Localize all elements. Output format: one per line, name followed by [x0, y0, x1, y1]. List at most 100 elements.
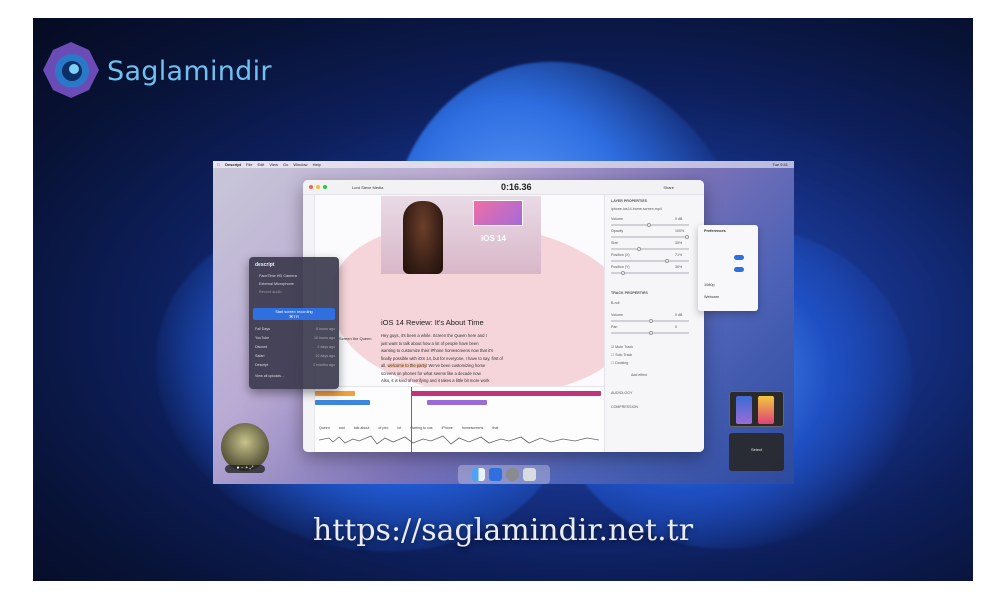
track-volume-slider[interactable]	[611, 318, 689, 323]
recent-name: Fall Days	[255, 327, 270, 331]
logo-icon	[43, 42, 99, 98]
recent-time: 10 days ago	[315, 354, 335, 358]
transcript-line[interactable]: Also, it is kind of terrifying and it ta…	[381, 377, 541, 385]
recent-recording[interactable]: Fall Days 8 hours ago	[255, 327, 335, 331]
playhead[interactable]	[411, 387, 412, 452]
timeline-clip[interactable]	[427, 400, 487, 405]
view-all-uploads-link[interactable]: View all uploads...	[255, 374, 335, 378]
document-title[interactable]: iOS 14 Review: It's About Time	[381, 318, 484, 327]
audiology-section[interactable]: AUDIOLOGY	[611, 391, 632, 395]
compression-section[interactable]: COMPRESSION	[611, 405, 638, 409]
position-y-slider[interactable]	[611, 270, 689, 275]
transcript-body[interactable]: Hey guys, it's been a while. Screen the …	[381, 332, 541, 385]
timeline-word[interactable]: and	[339, 426, 345, 430]
ducking-checkbox[interactable]: ☐ Ducking	[611, 361, 628, 365]
highlighted-phrase[interactable]: welcome to the party!	[387, 363, 428, 368]
layer-properties-heading: LAYER PROPERTIES	[611, 199, 648, 203]
pan-slider[interactable]	[611, 330, 689, 335]
timeline[interactable]: Queen and talk about of peo lot starting…	[315, 386, 604, 452]
transcript-line[interactable]: Hey guys, it's been a while. Screen the …	[381, 332, 541, 340]
recent-recording[interactable]: Descript 2 months ago	[255, 363, 335, 367]
recent-recording[interactable]: Discord 2 days ago	[255, 345, 335, 349]
volume-slider[interactable]	[611, 222, 689, 227]
trash-icon[interactable]	[523, 468, 536, 481]
menu-window[interactable]: Window	[293, 162, 307, 167]
solo-track-checkbox[interactable]: ☐ Solo Track	[611, 353, 632, 357]
settings-icon[interactable]	[506, 468, 519, 481]
toggle-switch[interactable]	[734, 267, 744, 272]
logo-text: Saglamindir	[107, 56, 272, 87]
transcript-line[interactable]: finally possible with iOS 14, but for ev…	[381, 355, 541, 363]
close-button[interactable]	[309, 185, 313, 189]
toggle-switch[interactable]	[734, 255, 744, 260]
timeline-word[interactable]: Queen	[319, 426, 330, 430]
menu-go[interactable]: Go	[283, 162, 288, 167]
position-x-slider[interactable]	[611, 258, 689, 263]
timeline-word[interactable]: of peo	[378, 426, 388, 430]
timeline-word[interactable]: lot	[397, 426, 401, 430]
mute-track-checkbox[interactable]: ☑ Mute Track	[611, 345, 633, 349]
zoom-button[interactable]	[323, 185, 327, 189]
wallpaper-frame: Saglamindir  Descript File Edit View Go…	[33, 18, 973, 581]
record-audio-option[interactable]: Record audio	[259, 290, 282, 294]
menu-file[interactable]: File	[246, 162, 252, 167]
track-properties-heading: TRACK PROPERTIES	[611, 291, 648, 295]
recent-recording[interactable]: YouTube 16 hours ago	[255, 336, 335, 340]
timeline-word[interactable]: starting to cus	[410, 426, 432, 430]
transcript-line[interactable]: just want to talk about how a lot of peo…	[381, 340, 541, 348]
timeline-word[interactable]: homescreens	[462, 426, 484, 430]
menubar-clock: Tue 9:41	[772, 162, 788, 167]
camera-option[interactable]: FaceTime HD Camera	[259, 274, 297, 278]
presenter-portrait	[403, 201, 443, 274]
source-value[interactable]: Webcam	[704, 295, 719, 299]
add-effect-button[interactable]: Add effect	[631, 373, 647, 377]
floating-phone-thumbnail[interactable]	[729, 391, 784, 427]
track-volume-label: Volume	[611, 313, 623, 317]
track-name[interactable]: B-roll	[611, 301, 619, 305]
finder-icon[interactable]	[472, 468, 485, 481]
recent-recording[interactable]: Safari 10 days ago	[255, 354, 335, 358]
watermark-url: https://saglamindir.net.tr	[312, 513, 694, 548]
timeline-clip[interactable]	[411, 391, 601, 396]
phone-mockup	[758, 396, 774, 424]
phone-screenshot-overlay[interactable]	[473, 200, 523, 226]
timeline-clip[interactable]	[315, 400, 370, 405]
menu-help[interactable]: Help	[313, 162, 321, 167]
menu-edit[interactable]: Edit	[257, 162, 264, 167]
transcript-line[interactable]: screens on phones for what seems like a …	[381, 370, 541, 378]
start-recording-hotkey: ⌘⇧R	[289, 315, 299, 319]
recent-name: Safari	[255, 354, 265, 358]
timeline-word[interactable]: that	[492, 426, 498, 430]
recent-name: Descript	[255, 363, 269, 367]
video-preview[interactable]: iOS 14	[381, 196, 541, 274]
size-slider[interactable]	[611, 246, 689, 251]
start-recording-button[interactable]: Start screen recording ⌘⇧R	[253, 308, 335, 320]
webcam-bubble[interactable]	[221, 423, 269, 471]
layer-name[interactable]: iphone-ios14-home-screen.mp4	[611, 207, 662, 211]
volume-value: 0 dB	[675, 217, 683, 221]
webcam-controls[interactable]: ● − + ⤢	[225, 465, 265, 473]
menu-view[interactable]: View	[269, 162, 278, 167]
menubar-app-name[interactable]: Descript	[225, 162, 241, 167]
timeline-words: Queen and talk about of peo lot starting…	[319, 426, 599, 430]
resolution-value[interactable]: 1080p	[704, 283, 715, 287]
timeline-word[interactable]: talk about	[354, 426, 370, 430]
preferences-title: Preferences	[704, 229, 726, 233]
apple-icon[interactable]: 	[217, 162, 220, 167]
size-label: Size	[611, 241, 618, 245]
mac-dock	[458, 465, 550, 484]
share-button[interactable]: Share	[663, 185, 674, 190]
floating-select-panel[interactable]: Select	[729, 433, 784, 471]
timeline-clip[interactable]	[315, 391, 355, 396]
microphone-option[interactable]: External Microphone	[259, 282, 294, 286]
transcript-line[interactable]: all, welcome to the party! We've been cu…	[381, 362, 541, 370]
recent-name: Discord	[255, 345, 268, 349]
opacity-slider[interactable]	[611, 234, 689, 239]
timeline-word[interactable]: iPhone	[442, 426, 453, 430]
project-name[interactable]: Lord Steve Media	[352, 185, 383, 190]
video-overlay-text: iOS 14	[481, 234, 506, 243]
descript-icon[interactable]	[489, 468, 502, 481]
minimize-button[interactable]	[316, 185, 320, 189]
speaker-label[interactable]: Screen the Queen	[339, 336, 371, 341]
transcript-line[interactable]: wanting to customize their iPhone homesc…	[381, 347, 541, 355]
